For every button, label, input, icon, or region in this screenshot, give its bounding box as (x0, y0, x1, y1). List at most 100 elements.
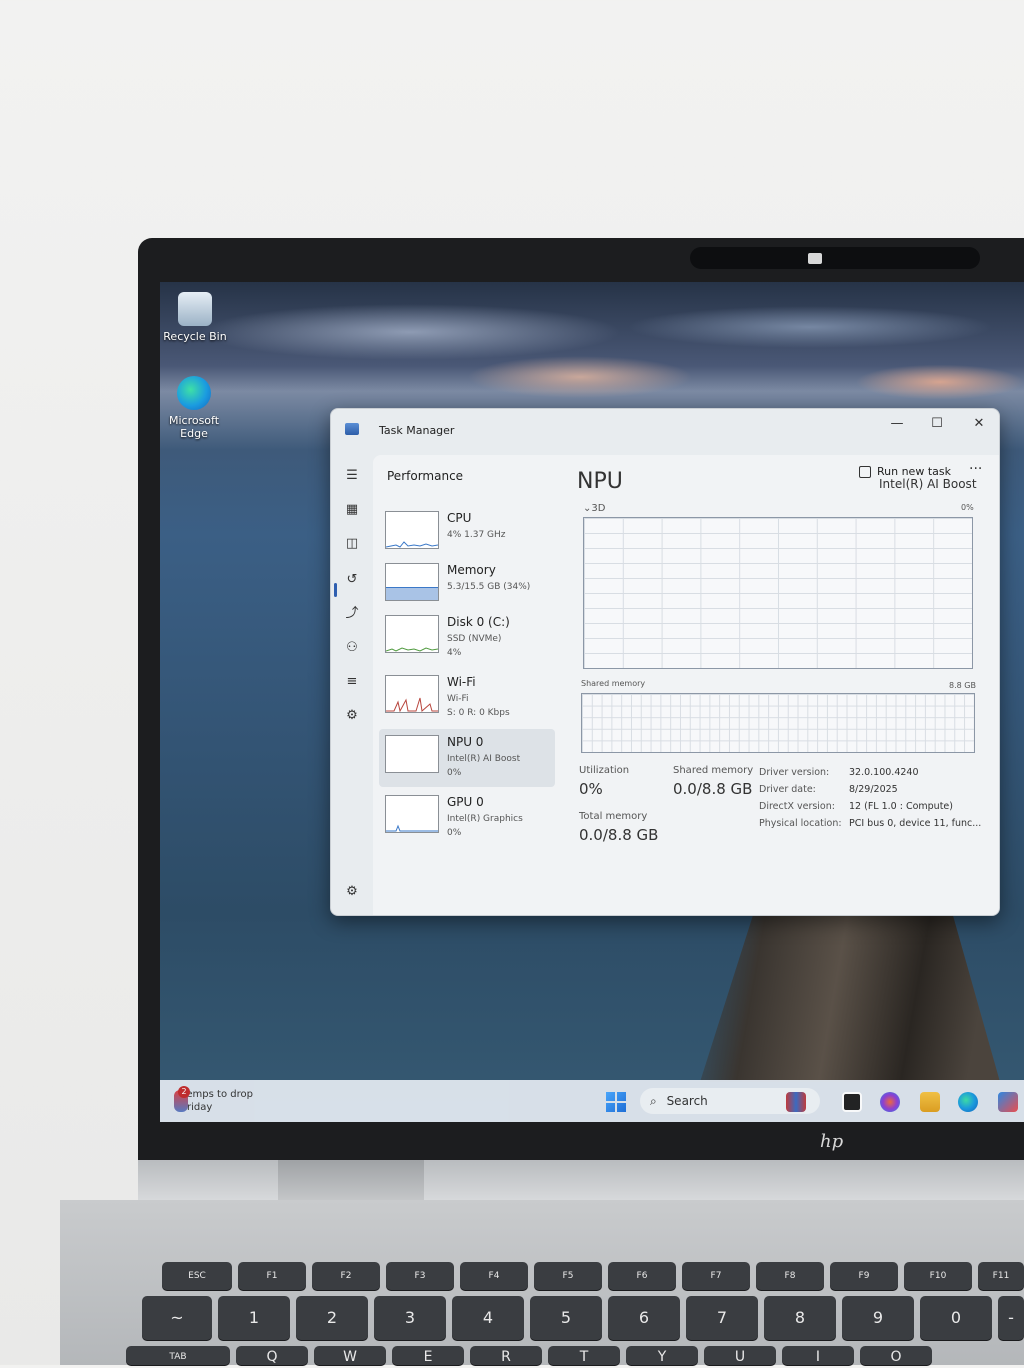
key-7[interactable]: 7 (686, 1296, 758, 1340)
laptop-keyboard-deck: ESC F1 F2 F3 F4 F5 F6 F7 F8 F9 F10 F11 ~… (60, 1200, 1024, 1365)
hamburger-menu-icon[interactable]: ☰ (343, 467, 361, 485)
sidebar-item-npu[interactable]: NPU 0 Intel(R) AI Boost 0% (379, 729, 555, 787)
sidebar-item-title: GPU 0 (447, 795, 484, 809)
key-8[interactable]: 8 (764, 1296, 836, 1340)
desktop-icon-label: Recycle Bin (163, 330, 227, 343)
weather-widget[interactable]: 2 Temps to drop Friday (174, 1086, 253, 1114)
key-q[interactable]: Q (236, 1346, 308, 1365)
performance-icon[interactable]: ◫ (343, 535, 361, 553)
driver-date-label: Driver date: (759, 784, 816, 795)
key-6[interactable]: 6 (608, 1296, 680, 1340)
key-9[interactable]: 9 (842, 1296, 914, 1340)
key-f9[interactable]: F9 (830, 1262, 898, 1290)
key-f4[interactable]: F4 (460, 1262, 528, 1290)
sidebar-item-cpu[interactable]: CPU 4% 1.37 GHz (379, 505, 555, 563)
search-highlight-icon[interactable] (786, 1092, 806, 1112)
sidebar-item-memory[interactable]: Memory 5.3/15.5 GB (34%) (379, 557, 555, 615)
users-icon[interactable]: ⚇ (343, 639, 361, 657)
task-view-icon[interactable] (842, 1092, 862, 1112)
weather-subline: Friday (182, 1102, 213, 1113)
key-f6[interactable]: F6 (608, 1262, 676, 1290)
file-explorer-icon[interactable] (920, 1092, 940, 1112)
recycle-bin-icon (178, 292, 212, 326)
total-memory-value: 0.0/8.8 GB (579, 826, 659, 844)
page-title: Performance (387, 469, 464, 483)
key-3[interactable]: 3 (374, 1296, 446, 1340)
nav-active-indicator (334, 583, 337, 597)
key-minus[interactable]: - (998, 1296, 1024, 1340)
sidebar-item-detail: 4% 1.37 GHz (447, 530, 506, 540)
shared-memory-label: Shared memory (673, 765, 754, 776)
more-options-button[interactable]: ··· (969, 461, 982, 477)
key-w[interactable]: W (314, 1346, 386, 1365)
key-f11[interactable]: F11 (978, 1262, 1024, 1290)
key-i[interactable]: I (782, 1346, 854, 1365)
sidebar-item-detail: 5.3/15.5 GB (34%) (447, 582, 531, 592)
disk-thumbnail-graph (385, 615, 439, 653)
close-button[interactable]: ✕ (959, 413, 999, 435)
processes-icon[interactable]: ▦ (343, 501, 361, 519)
sidebar-item-gpu[interactable]: GPU 0 Intel(R) Graphics 0% (379, 789, 555, 847)
desktop-icon-edge[interactable]: Microsoft Edge (160, 376, 228, 440)
sidebar-item-wifi[interactable]: Wi-Fi Wi-Fi S: 0 R: 0 Kbps (379, 669, 555, 727)
key-e[interactable]: E (392, 1346, 464, 1365)
gpu-thumbnail-graph (385, 795, 439, 833)
key-f8[interactable]: F8 (756, 1262, 824, 1290)
desktop-icon-recycle-bin[interactable]: Recycle Bin (160, 292, 230, 343)
services-icon[interactable]: ⚙ (343, 707, 361, 725)
app-history-icon[interactable]: ↺ (343, 571, 361, 589)
nav-rail: ☰ ▦ ◫ ↺ ⤴ ⚇ ≡ ⚙ ⚙ (331, 455, 373, 915)
sidebar-item-detail: Intel(R) Graphics 0% (447, 814, 523, 838)
key-f7[interactable]: F7 (682, 1262, 750, 1290)
wallpaper-pier (700, 912, 1000, 1082)
shared-memory-graph (581, 693, 975, 753)
taskbar: 2 Temps to drop Friday ⌕ Search (160, 1080, 1024, 1122)
copilot-icon[interactable] (880, 1092, 900, 1112)
startup-apps-icon[interactable]: ⤴ (343, 605, 361, 623)
sidebar-item-title: Wi-Fi (447, 675, 476, 689)
desktop-icon-label: Microsoft Edge (168, 414, 220, 440)
start-button[interactable] (606, 1092, 626, 1112)
key-tab[interactable]: TAB (126, 1346, 230, 1365)
weather-headline: Temps to drop (182, 1089, 253, 1100)
shared-memory-value: 0.0/8.8 GB (673, 780, 753, 798)
sidebar-item-disk[interactable]: Disk 0 (C:) SSD (NVMe) 4% (379, 609, 555, 667)
webcam-shutter (808, 253, 822, 264)
minimize-button[interactable]: — (877, 413, 917, 435)
key-f2[interactable]: F2 (312, 1262, 380, 1290)
title-bar[interactable]: Task Manager — ☐ ✕ (331, 409, 999, 455)
engine-selector[interactable]: ⌄3D (583, 503, 605, 514)
utilization-value: 0% (579, 780, 603, 798)
key-r[interactable]: R (470, 1346, 542, 1365)
key-5[interactable]: 5 (530, 1296, 602, 1340)
details-icon[interactable]: ≡ (343, 673, 361, 691)
key-f3[interactable]: F3 (386, 1262, 454, 1290)
maximize-button[interactable]: ☐ (917, 413, 957, 435)
sidebar-item-title: Disk 0 (C:) (447, 615, 510, 629)
key-tilde[interactable]: ~ (142, 1296, 212, 1340)
key-f10[interactable]: F10 (904, 1262, 972, 1290)
key-y[interactable]: Y (626, 1346, 698, 1365)
key-4[interactable]: 4 (452, 1296, 524, 1340)
store-icon[interactable] (998, 1092, 1018, 1112)
shared-memory-graph-max: 8.8 GB (949, 681, 976, 690)
sidebar-item-title: CPU (447, 511, 472, 525)
key-2[interactable]: 2 (296, 1296, 368, 1340)
key-o[interactable]: O (860, 1346, 932, 1365)
key-f5[interactable]: F5 (534, 1262, 602, 1290)
key-t[interactable]: T (548, 1346, 620, 1365)
driver-version-label: Driver version: (759, 767, 830, 778)
settings-icon[interactable]: ⚙ (343, 883, 361, 901)
directx-version-label: DirectX version: (759, 801, 835, 812)
key-esc[interactable]: ESC (162, 1262, 232, 1290)
edge-taskbar-icon[interactable] (958, 1092, 978, 1112)
webcam-bar (690, 247, 980, 269)
physical-location-value: PCI bus 0, device 11, func... (849, 818, 982, 829)
key-u[interactable]: U (704, 1346, 776, 1365)
sidebar-item-title: NPU 0 (447, 735, 484, 749)
key-1[interactable]: 1 (218, 1296, 290, 1340)
search-icon: ⌕ (650, 1094, 657, 1108)
utilization-label: Utilization (579, 765, 630, 776)
key-f1[interactable]: F1 (238, 1262, 306, 1290)
key-0[interactable]: 0 (920, 1296, 992, 1340)
